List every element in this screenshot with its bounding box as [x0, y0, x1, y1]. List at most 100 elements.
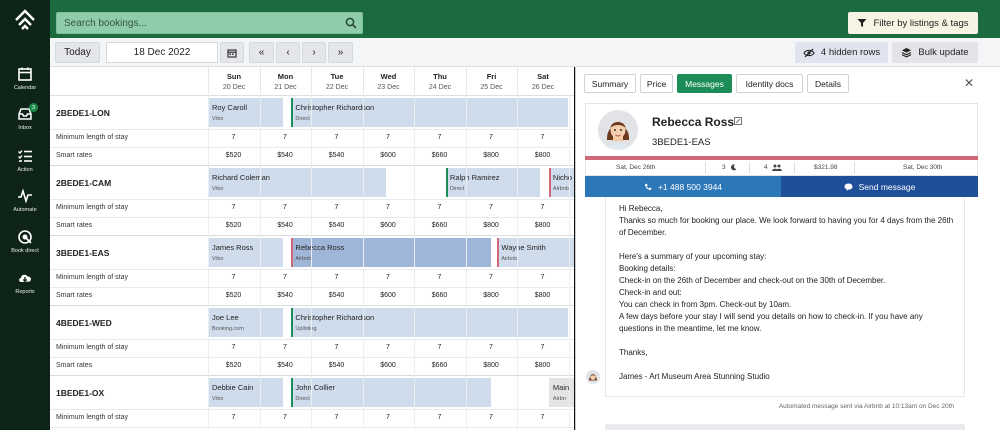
min-stay-cell[interactable]: 7 [311, 204, 362, 211]
smart-rate-cell[interactable]: $800 [466, 362, 517, 369]
booking-block[interactable]: James Ross Vrbo [208, 238, 283, 267]
smart-rate-cell[interactable]: $540 [260, 152, 311, 159]
smart-rate-cell[interactable]: $540 [311, 152, 362, 159]
smart-rate-cell[interactable]: $520 [208, 292, 259, 299]
property-name[interactable]: 1BEDE1-OX [56, 388, 104, 398]
next-button[interactable]: › [302, 42, 326, 63]
nav-item-reports[interactable]: Reports [0, 270, 50, 306]
booking-block[interactable]: Roy Caroll Vrbo [208, 98, 283, 127]
booking-block[interactable]: Christopher Richardson Upllsting [291, 308, 569, 337]
property-name[interactable]: 2BEDE1-LON [56, 108, 110, 118]
min-stay-cell[interactable]: 7 [363, 344, 414, 351]
nav-item-book-direct[interactable]: Book direct [0, 229, 50, 265]
min-stay-cell[interactable]: 7 [363, 274, 414, 281]
hidden-rows-button[interactable]: 4 hidden rows [795, 42, 888, 63]
call-button[interactable]: +1 488 500 3944 [585, 176, 781, 197]
min-stay-cell[interactable]: 7 [311, 344, 362, 351]
smart-rate-cell[interactable]: $800 [517, 292, 568, 299]
smart-rate-cell[interactable]: $660 [414, 362, 465, 369]
smart-rate-cell[interactable]: $660 [414, 292, 465, 299]
min-stay-cell[interactable]: 7 [517, 414, 568, 421]
min-stay-cell[interactable]: 7 [363, 414, 414, 421]
booking-block[interactable]: Debbie Cain Vrbo [208, 378, 283, 407]
smart-rate-cell[interactable]: $800 [517, 362, 568, 369]
today-button[interactable]: Today [55, 42, 100, 63]
min-stay-cell[interactable]: 7 [466, 274, 517, 281]
booking-block[interactable]: Richard Coleman Vrbo [208, 168, 386, 197]
nav-item-automate[interactable]: Automate [0, 188, 50, 224]
min-stay-cell[interactable]: 7 [414, 274, 465, 281]
booking-block[interactable]: Rebecca Ross Airbnb [291, 238, 492, 267]
booking-block[interactable]: Ralph Ramirez Direct [445, 168, 541, 197]
nav-item-inbox[interactable]: 3 Inbox [0, 103, 50, 142]
tab-messages[interactable]: Messages [677, 74, 732, 93]
smart-rate-cell[interactable]: $800 [517, 222, 568, 229]
nav-item-calendar[interactable]: Calendar [0, 66, 50, 102]
min-stay-cell[interactable]: 7 [517, 344, 568, 351]
search-icon[interactable] [345, 17, 357, 29]
booking-block[interactable]: Main Airbn [548, 378, 574, 407]
tab-identity-docs[interactable]: Identity docs [736, 74, 803, 93]
min-stay-cell[interactable]: 7 [208, 344, 259, 351]
min-stay-cell[interactable]: 7 [311, 414, 362, 421]
booking-block[interactable]: John Collier Direct [291, 378, 492, 407]
smart-rate-cell[interactable]: $520 [208, 222, 259, 229]
property-name[interactable]: 4BEDE1-WED [56, 318, 112, 328]
min-stay-cell[interactable]: 7 [414, 134, 465, 141]
smart-rate-cell[interactable]: $660 [414, 152, 465, 159]
smart-rate-cell[interactable]: $540 [311, 292, 362, 299]
min-stay-cell[interactable]: 7 [363, 204, 414, 211]
bulk-update-button[interactable]: Bulk update [892, 42, 978, 63]
jump-back-button[interactable]: « [249, 42, 274, 63]
min-stay-cell[interactable]: 7 [260, 204, 311, 211]
min-stay-cell[interactable]: 7 [517, 204, 568, 211]
edit-icon[interactable] [734, 117, 742, 125]
nav-item-action[interactable]: Action [0, 148, 50, 184]
search-input[interactable] [57, 13, 342, 33]
jump-forward-button[interactable]: » [328, 42, 353, 63]
smart-rate-cell[interactable]: $800 [466, 222, 517, 229]
smart-rate-cell[interactable]: $520 [208, 152, 259, 159]
smart-rate-cell[interactable]: $540 [260, 222, 311, 229]
min-stay-cell[interactable]: 7 [208, 274, 259, 281]
smart-rate-cell[interactable]: $660 [414, 222, 465, 229]
min-stay-cell[interactable]: 7 [208, 414, 259, 421]
min-stay-cell[interactable]: 7 [311, 134, 362, 141]
smart-rate-cell[interactable]: $600 [363, 222, 414, 229]
smart-rate-cell[interactable]: $520 [208, 362, 259, 369]
smart-rate-cell[interactable]: $800 [517, 152, 568, 159]
smart-rate-cell[interactable]: $600 [363, 152, 414, 159]
min-stay-cell[interactable]: 7 [466, 134, 517, 141]
smart-rate-cell[interactable]: $800 [466, 152, 517, 159]
min-stay-cell[interactable]: 7 [208, 134, 259, 141]
smart-rate-cell[interactable]: $540 [311, 222, 362, 229]
smart-rate-cell[interactable]: $540 [260, 362, 311, 369]
booking-block[interactable]: Wayne Smith Airbnb [497, 238, 574, 267]
filter-button[interactable]: Filter by listings & tags [848, 12, 978, 34]
min-stay-cell[interactable]: 7 [466, 344, 517, 351]
min-stay-cell[interactable]: 7 [363, 134, 414, 141]
tab-details[interactable]: Details [807, 74, 849, 93]
min-stay-cell[interactable]: 7 [517, 274, 568, 281]
property-name[interactable]: 2BEDE1-CAM [56, 178, 111, 188]
booking-block[interactable]: Nicho Airbnb [548, 168, 574, 197]
min-stay-cell[interactable]: 7 [517, 134, 568, 141]
booking-block[interactable]: Joe Lee Booking.com [208, 308, 283, 337]
tab-summary[interactable]: Summary [584, 74, 636, 93]
tab-price[interactable]: Price [640, 74, 673, 93]
close-icon[interactable]: ✕ [964, 76, 974, 90]
property-name[interactable]: 3BEDE1-EAS [56, 248, 109, 258]
min-stay-cell[interactable]: 7 [260, 134, 311, 141]
date-field[interactable]: 18 Dec 2022 [106, 42, 218, 63]
min-stay-cell[interactable]: 7 [311, 274, 362, 281]
min-stay-cell[interactable]: 7 [466, 204, 517, 211]
logo[interactable] [0, 0, 50, 38]
send-message-button[interactable]: Send message [781, 176, 978, 197]
smart-rate-cell[interactable]: $540 [260, 292, 311, 299]
smart-rate-cell[interactable]: $600 [363, 362, 414, 369]
date-picker-button[interactable] [220, 42, 244, 63]
booking-block[interactable]: Christopher Richardson Direct [291, 98, 569, 127]
min-stay-cell[interactable]: 7 [260, 414, 311, 421]
min-stay-cell[interactable]: 7 [260, 344, 311, 351]
smart-rate-cell[interactable]: $540 [311, 362, 362, 369]
